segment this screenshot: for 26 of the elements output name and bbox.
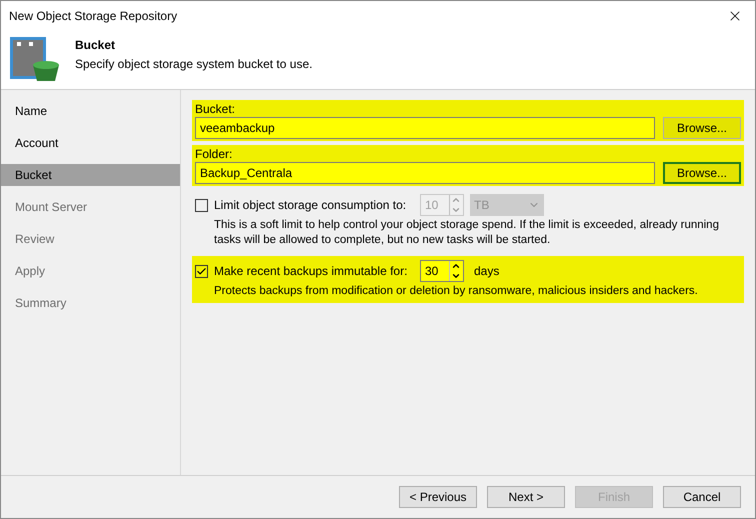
- unit-label: days: [474, 263, 500, 280]
- text-field[interactable]: Backup_Centrala: [195, 162, 655, 184]
- step-item[interactable]: Bucket: [1, 164, 180, 186]
- number-spinner[interactable]: 30: [420, 260, 464, 282]
- option-label: Make recent backups immutable for:: [214, 263, 408, 280]
- window-title: New Object Storage Repository: [9, 8, 178, 25]
- option-description: This is a soft limit to help control your object storage spend. If the limit is exceeded, already running tasks will be allowed to complete, but no new tasks will be started.: [213, 218, 720, 248]
- wizard-button[interactable]: Cancel: [663, 486, 741, 508]
- step-item[interactable]: Name: [1, 100, 180, 122]
- browse-button[interactable]: Browse...: [663, 117, 741, 139]
- header-title: Bucket: [75, 37, 116, 54]
- text-field[interactable]: veeambackup: [195, 117, 655, 139]
- option-description: Protects backups from modification or deletion by ransomware, malicious insiders and hackers.: [213, 284, 699, 299]
- field-label: Bucket:: [195, 102, 236, 117]
- storage-bucket-icon: [9, 35, 59, 81]
- wizard-button[interactable]: < Previous: [399, 486, 477, 508]
- step-item[interactable]: Account: [1, 132, 180, 154]
- field-label: Folder:: [195, 147, 234, 162]
- spinner-value: 30: [424, 263, 440, 280]
- wizard-button[interactable]: Next >: [487, 486, 565, 508]
- header-subtitle: Specify object storage system bucket to use.: [75, 56, 312, 73]
- checkbox[interactable]: [195, 264, 208, 278]
- browse-button[interactable]: Browse...: [663, 162, 741, 184]
- checkbox[interactable]: [195, 198, 208, 212]
- spinner-value: 10: [424, 197, 440, 214]
- option-label: Limit object storage consumption to:: [214, 197, 408, 214]
